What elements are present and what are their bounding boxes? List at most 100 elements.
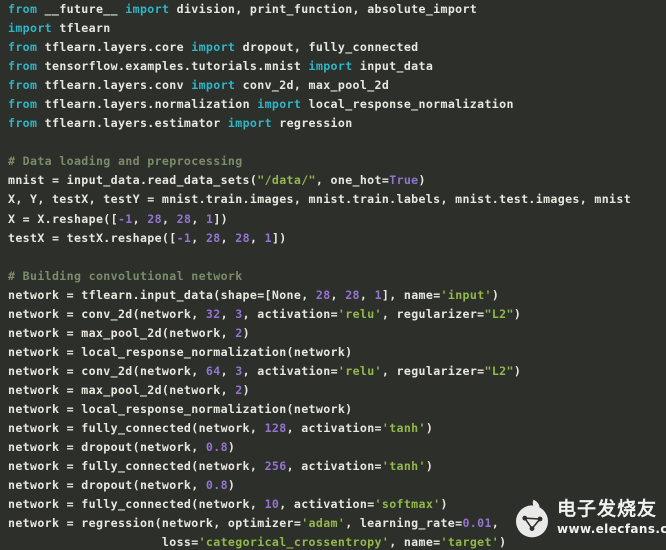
code-token-plain: ): [499, 535, 507, 550]
code-line: network = dropout(network, 0.8): [8, 476, 666, 495]
code-token-str: 'categorical_crossentropy': [198, 535, 390, 550]
code-line: from tflearn.layers.conv import conv_2d,…: [8, 76, 666, 95]
code-line: network = conv_2d(network, 32, 3, activa…: [8, 305, 666, 324]
code-token-str: 'softmax': [374, 497, 441, 512]
code-token-num: 2: [235, 382, 243, 397]
code-token-plain: network = fully_connected(network,: [8, 459, 265, 474]
code-token-plain: , activation=: [279, 497, 375, 512]
code-token-plain: , learning_rate=: [345, 516, 463, 531]
code-token-num: 32: [205, 306, 221, 321]
code-token-plain: ): [513, 363, 522, 378]
code-token-num: 2: [235, 325, 243, 340]
code-token-str: "/data/": [257, 173, 316, 188]
code-token-plain: ): [425, 421, 434, 436]
code-line: loss='categorical_crossentropy', name='t…: [8, 533, 666, 550]
code-token-kw: from: [8, 59, 38, 74]
code-token-plain: ): [242, 325, 250, 340]
code-token-num: 10: [264, 497, 280, 512]
code-token-plain: testX = testX.reshape([: [8, 230, 177, 245]
code-token-plain: network = regression(network, optimizer=: [8, 516, 302, 531]
code-token-num: 128: [264, 421, 287, 436]
code-token-kw: from: [8, 78, 38, 93]
code-token-str: 'tanh': [381, 421, 426, 436]
code-token-plain: dropout, fully_connected: [235, 40, 419, 55]
code-token-plain: network = conv_2d(network,: [8, 306, 206, 321]
code-token-num: 0.8: [205, 478, 228, 493]
code-token-plain: , regularizer=: [381, 363, 485, 378]
code-token-num: 28: [345, 287, 360, 302]
code-token-num: 3: [235, 363, 243, 378]
code-token-plain: ): [227, 440, 236, 455]
code-token-plain: network = conv_2d(network,: [8, 363, 206, 378]
code-token-plain: conv_2d, max_pool_2d: [235, 78, 390, 93]
code-token-plain: network = fully_connected(network,: [8, 421, 265, 436]
code-line: network = local_response_normalization(n…: [8, 400, 666, 419]
code-line: testX = testX.reshape([-1, 28, 28, 1]): [8, 229, 666, 248]
code-token-plain: __future__: [37, 2, 126, 16]
code-token-kw: from: [8, 97, 38, 112]
code-token-num: 3: [235, 306, 243, 321]
code-token-plain: X = X.reshape([: [8, 211, 118, 226]
code-token-plain: network = max_pool_2d(network,: [8, 325, 236, 340]
code-token-plain: loss=: [8, 535, 199, 550]
code-token-num: 28: [176, 211, 192, 226]
code-token-plain: ,: [220, 306, 236, 321]
code-token-kw: from: [8, 40, 38, 55]
code-line: from tensorflow.examples.tutorials.mnist…: [8, 57, 666, 76]
code-line: network = max_pool_2d(network, 2): [8, 324, 666, 343]
code-token-comment: # Data loading and preprocessing: [8, 154, 243, 169]
code-token-plain: network = fully_connected(network,: [8, 497, 265, 512]
code-token-plain: , one_hot=: [315, 173, 390, 188]
code-token-comment: # Building convolutional network: [8, 268, 243, 283]
code-token-plain: tflearn: [51, 21, 111, 36]
code-token-plain: ,: [132, 211, 148, 226]
code-token-str: "L2": [484, 363, 514, 378]
code-token-plain: ): [242, 382, 250, 397]
code-token-kw: from: [8, 2, 38, 16]
code-token-plain: tensorflow.examples.tutorials.mnist: [37, 59, 309, 74]
code-token-plain: ): [440, 497, 448, 512]
code-token-str: 'tanh': [381, 459, 426, 474]
code-line: network = fully_connected(network, 128, …: [8, 419, 666, 438]
code-token-num: 256: [264, 459, 287, 474]
code-token-plain: tflearn.layers.core: [37, 40, 192, 55]
code-token-num: 1: [264, 230, 272, 245]
code-token-plain: network = max_pool_2d(network,: [8, 382, 236, 397]
code-token-plain: network = dropout(network,: [8, 478, 206, 493]
code-line: mnist = input_data.read_data_sets("/data…: [8, 171, 666, 190]
code-token-str: 'adam': [301, 516, 346, 531]
code-token-plain: tflearn.layers.conv: [37, 78, 192, 93]
code-token-kw: import: [8, 21, 52, 36]
code-line: network = dropout(network, 0.8): [8, 438, 666, 457]
code-token-kw: import: [227, 116, 272, 131]
code-line: # Building convolutional network: [8, 267, 666, 286]
code-token-num: 1: [374, 287, 382, 302]
code-line: # Data loading and preprocessing: [8, 152, 666, 171]
code-line: from tflearn.layers.core import dropout,…: [8, 38, 666, 57]
code-line: network = max_pool_2d(network, 2): [8, 381, 666, 400]
code-token-plain: ], name=: [381, 287, 441, 302]
code-token-num: 0.01: [462, 516, 492, 531]
code-line: from tflearn.layers.estimator import reg…: [8, 114, 666, 133]
code-token-plain: local_response_normalization: [301, 97, 514, 112]
code-line: X = X.reshape([-1, 28, 28, 1]): [8, 210, 666, 229]
code-token-plain: ,: [249, 230, 265, 245]
code-line: network = fully_connected(network, 10, a…: [8, 495, 666, 514]
code-line: from __future__ import division, print_f…: [8, 0, 666, 19]
code-token-plain: network = tflearn.input_data(shape=[None…: [8, 287, 316, 302]
code-line: network = regression(network, optimizer=…: [8, 514, 666, 533]
code-token-kw: import: [125, 2, 170, 16]
code-token-str: 'relu': [337, 306, 382, 321]
code-token-plain: ,: [220, 230, 236, 245]
code-token-plain: , name=: [389, 535, 441, 550]
code-token-num: 28: [315, 287, 331, 302]
code-token-kw: from: [8, 116, 38, 131]
code-line: network = local_response_normalization(n…: [8, 343, 666, 362]
code-token-plain: ): [513, 306, 522, 321]
code-line: network = fully_connected(network, 256, …: [8, 457, 666, 476]
code-line: X, Y, testX, testY = mnist.train.images,…: [8, 190, 666, 209]
code-token-plain: input_data: [352, 59, 434, 74]
code-token-plain: mnist = input_data.read_data_sets(: [8, 173, 258, 188]
code-line: network = conv_2d(network, 64, 3, activa…: [8, 362, 666, 381]
